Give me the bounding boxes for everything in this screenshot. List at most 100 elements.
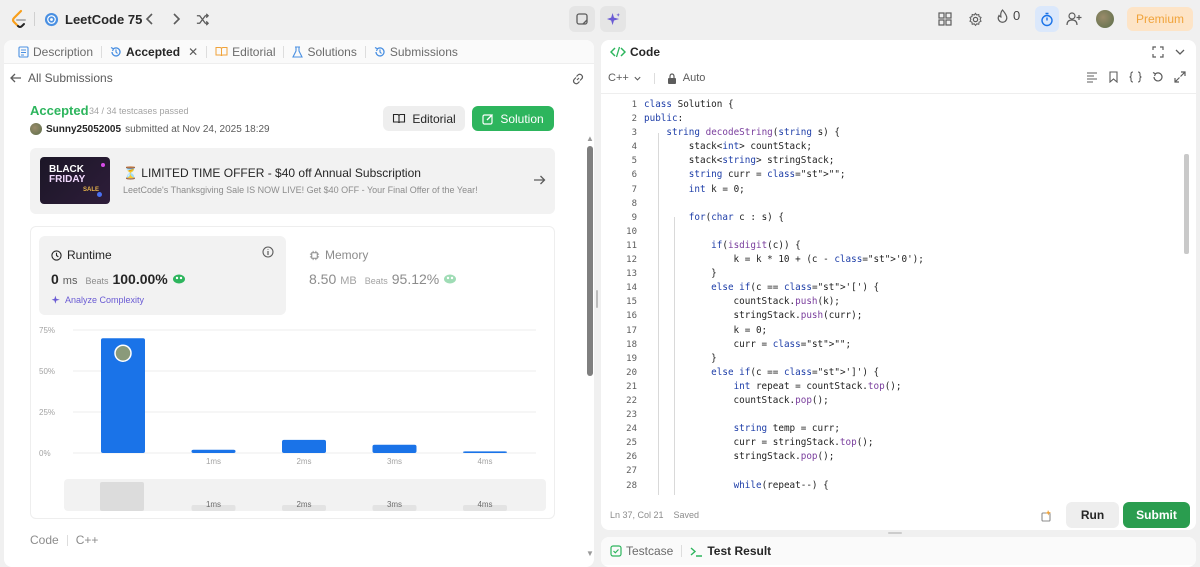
maximize-icon[interactable] (1152, 46, 1164, 58)
next-problem-button[interactable] (166, 9, 186, 29)
chart-bar[interactable] (463, 451, 507, 453)
vertical-resize-handle[interactable] (596, 290, 598, 308)
bookmark-icon[interactable] (1108, 71, 1119, 83)
tab-solutions[interactable]: Solutions (286, 45, 362, 59)
code-editor[interactable]: 1 2 3 4 5 6 7 8 9 10 11 12 13 14 15 16 17 18 19 20 21 22 23 24 2… (601, 93, 1196, 495)
code-line[interactable]: else if(c == class="st">']') { (644, 366, 924, 380)
code-line[interactable]: int repeat = countStack.top(); (644, 380, 924, 394)
code-line[interactable]: else if(c == class="st">'[') { (644, 281, 924, 295)
tab-accepted[interactable]: Accepted ✕ (104, 45, 204, 59)
editor-toolbar (1086, 71, 1186, 83)
tab-test-result[interactable]: Test Result (690, 544, 771, 558)
notes-button[interactable] (569, 6, 595, 32)
language-select[interactable]: C++ (608, 72, 642, 84)
code-line[interactable]: } (644, 267, 924, 281)
memory-tab[interactable]: Memory (309, 248, 368, 262)
chevron-down-icon[interactable] (1174, 46, 1186, 58)
user-avatar[interactable] (1096, 10, 1114, 28)
tab-submissions[interactable]: Submissions (368, 45, 464, 59)
scroll-down-arrow[interactable]: ▼ (586, 549, 594, 558)
horizontal-resize-handle[interactable] (888, 532, 902, 534)
problem-list-button[interactable]: LeetCode 75 (44, 8, 142, 30)
settings-button[interactable] (965, 9, 985, 29)
analyze-complexity-button[interactable]: Analyze Complexity (51, 295, 144, 305)
back-to-all-submissions[interactable]: All Submissions (10, 71, 113, 85)
invite-user-button[interactable] (1064, 9, 1084, 29)
editor-scrollbar[interactable] (1184, 154, 1189, 254)
code-line[interactable]: curr = stringStack.top(); (644, 436, 924, 450)
code-line[interactable]: k = k * 10 + (c - class="st">'0'); (644, 253, 924, 267)
mode-label[interactable]: Auto (683, 72, 706, 84)
timer-button[interactable] (1035, 6, 1059, 32)
share-link-button[interactable] (570, 71, 586, 87)
runtime-distribution-chart[interactable]: 0% 25% 50% 75% 1ms 2ms 3ms 4ms 1ms 2ms 3ms 4ms (31, 317, 554, 517)
run-button[interactable]: Run (1066, 502, 1119, 528)
code-line[interactable]: int k = 0; (644, 183, 924, 197)
code-line[interactable]: stack<int> countStack; (644, 140, 924, 154)
code-line[interactable]: } (644, 352, 924, 366)
submit-button[interactable]: Submit (1123, 502, 1190, 528)
solution-button[interactable]: Solution (472, 106, 554, 131)
scroll-up-arrow[interactable]: ▲ (586, 134, 594, 143)
tab-testcase[interactable]: Testcase (610, 544, 673, 558)
braces-icon[interactable] (1129, 71, 1142, 83)
code-line[interactable]: stringStack.pop(); (644, 450, 924, 464)
promo-arrow-icon[interactable] (532, 173, 546, 187)
code-line[interactable]: while(repeat--) { (644, 479, 924, 493)
username[interactable]: Sunny25052005 (46, 124, 121, 135)
leetcode-logo[interactable] (9, 9, 29, 29)
ai-assistant-button[interactable] (600, 6, 626, 32)
beats-icon (172, 274, 185, 284)
code-line[interactable] (644, 464, 924, 478)
code-line[interactable] (644, 225, 924, 239)
code-line[interactable]: class Solution { (644, 98, 924, 112)
memory-beats-label: Beats (364, 276, 388, 286)
premium-debug-icon[interactable] (1039, 508, 1053, 522)
left-scrollbar[interactable] (587, 146, 593, 376)
promo-banner[interactable]: BLACK FRIDAY SALE ⏳ LIMITED TIME OFFER -… (30, 148, 555, 214)
code-line[interactable] (644, 408, 924, 422)
chart-bar[interactable] (282, 439, 326, 453)
layout-button[interactable] (935, 9, 955, 29)
chart-bar[interactable] (372, 444, 417, 453)
memory-value: 8.50 (309, 271, 337, 287)
code-line[interactable]: if(isdigit(c)) { (644, 239, 924, 253)
code-line[interactable]: string temp = curr; (644, 422, 924, 436)
cursor-position: Ln 37, Col 21 (610, 510, 664, 520)
shuffle-button[interactable] (192, 9, 212, 29)
runtime-beats: 100.00% (112, 271, 168, 287)
scrubber-handle[interactable] (100, 482, 144, 511)
code-line[interactable]: countStack.pop(); (644, 394, 924, 408)
line-number: 18 (626, 339, 637, 350)
stopwatch-icon (1041, 12, 1053, 26)
code-line[interactable]: k = 0; (644, 324, 924, 338)
code-line[interactable]: stack<string> stringStack; (644, 154, 924, 168)
editorial-button[interactable]: Editorial (383, 106, 465, 131)
code-line[interactable]: for(char c : s) { (644, 211, 924, 225)
line-number: 5 (631, 156, 637, 167)
reset-icon[interactable] (1152, 71, 1164, 83)
premium-button[interactable]: Premium (1127, 7, 1193, 31)
tab-description[interactable]: Description (12, 45, 99, 59)
prev-problem-button[interactable] (140, 9, 160, 29)
code-content[interactable]: class Solution {public: string decodeStr… (644, 98, 924, 493)
user-avatar[interactable] (30, 123, 42, 135)
code-line[interactable] (644, 197, 924, 211)
format-icon[interactable] (1086, 71, 1098, 83)
fullscreen-icon[interactable] (1174, 71, 1186, 83)
code-line[interactable]: curr = class="st">""; (644, 338, 924, 352)
code-line[interactable]: countStack.push(k); (644, 295, 924, 309)
code-line[interactable]: string curr = class="st">""; (644, 168, 924, 182)
streak-counter[interactable]: 0 (996, 8, 1020, 23)
chart-bar[interactable] (191, 449, 236, 453)
code-line[interactable]: stringStack.push(curr); (644, 309, 924, 323)
top-bar: LeetCode 75 0 Premium (0, 0, 1200, 38)
close-tab-icon[interactable]: ✕ (188, 45, 198, 59)
chevron-right-icon (173, 13, 181, 25)
info-icon[interactable] (262, 246, 274, 258)
code-line[interactable]: public: (644, 112, 924, 126)
code-line[interactable]: string decodeString(string s) { (644, 126, 924, 140)
runtime-card[interactable]: Runtime 0 ms Beats 100.00% Analyze Compl… (39, 236, 286, 315)
book-icon (215, 47, 228, 57)
tab-editorial[interactable]: Editorial (209, 45, 281, 59)
